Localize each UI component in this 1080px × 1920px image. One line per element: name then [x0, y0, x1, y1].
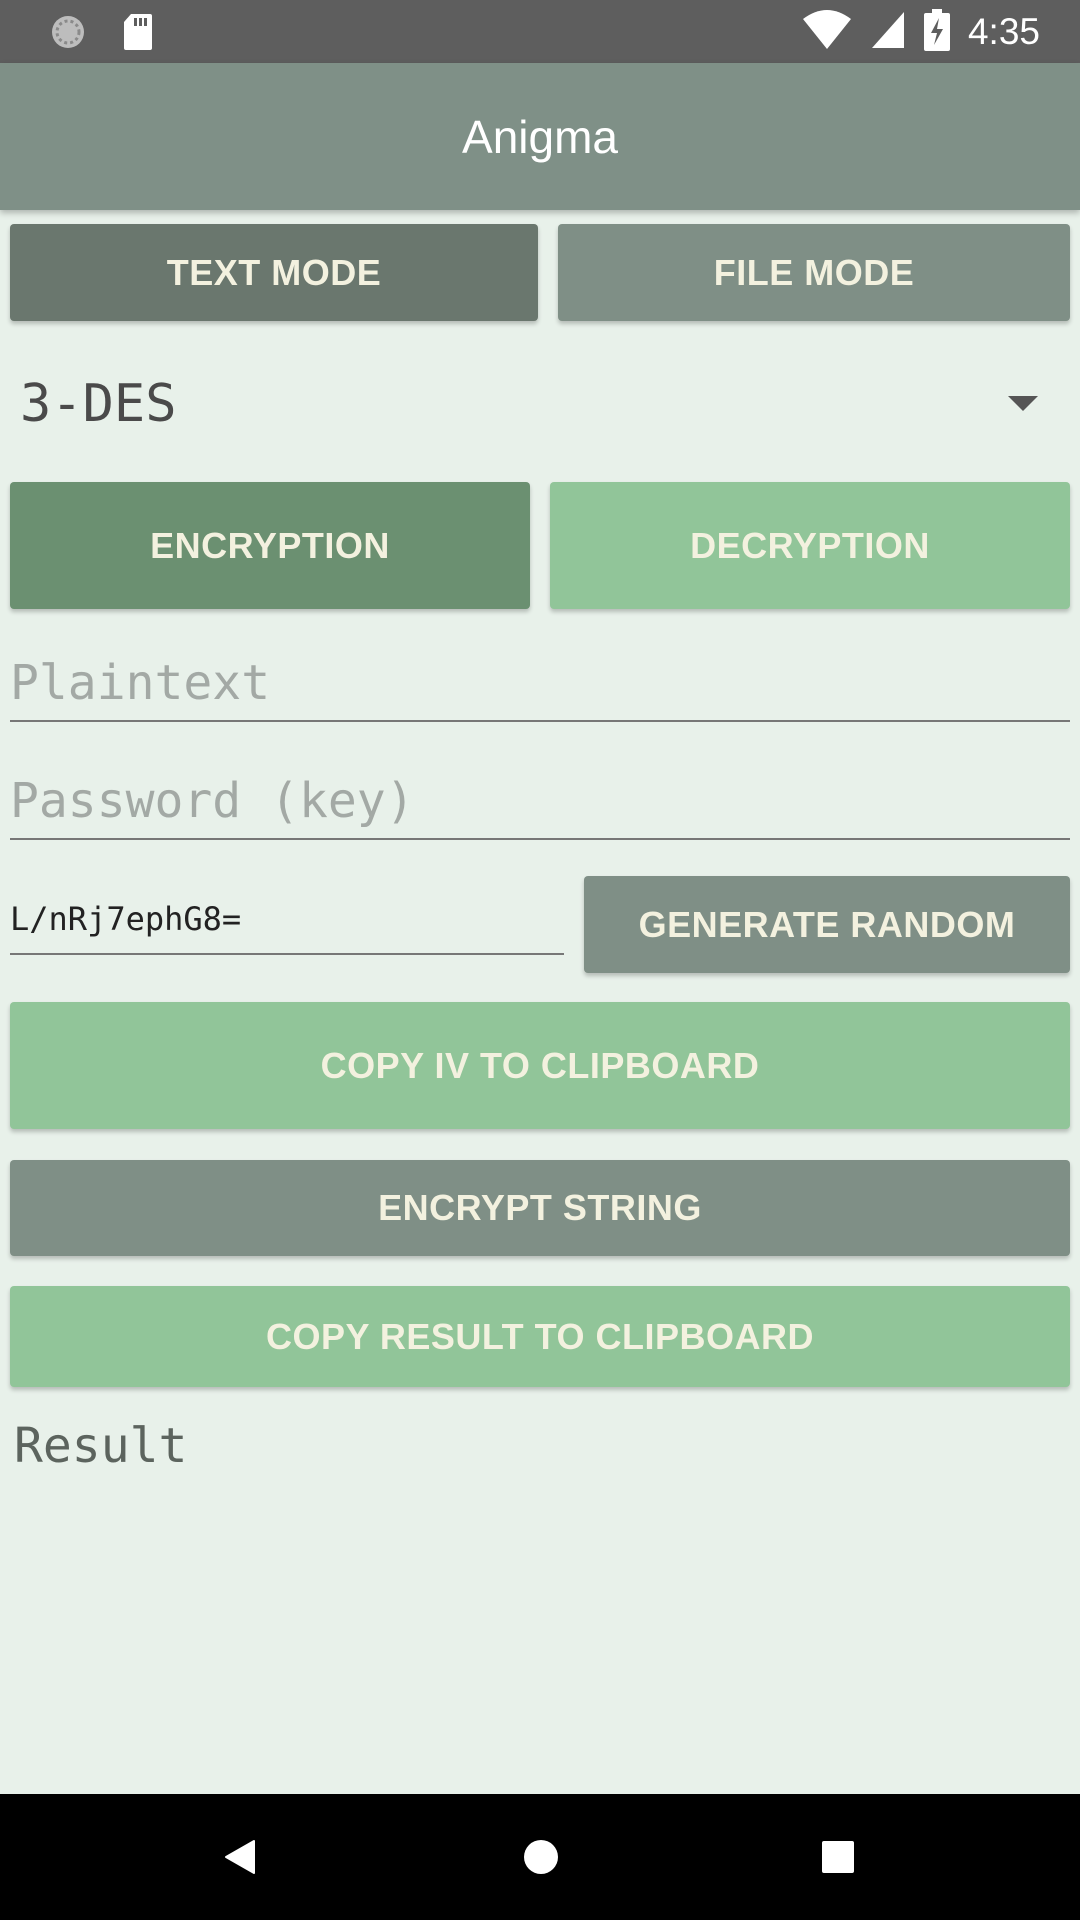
navigation-bar [0, 1794, 1080, 1920]
app-bar: Anigma [0, 63, 1080, 210]
sd-card-icon [122, 12, 154, 57]
recents-icon[interactable] [820, 1839, 856, 1880]
sync-icon [48, 12, 88, 57]
signal-icon [870, 10, 906, 55]
copy-iv-button[interactable]: COPY IV TO CLIPBOARD [10, 1002, 1070, 1129]
algorithm-selected: 3-DES [20, 374, 177, 434]
generate-random-button[interactable]: GENERATE RANDOM [584, 876, 1070, 973]
algorithm-spinner[interactable]: 3-DES [10, 360, 1070, 450]
status-bar: 4:35 [0, 0, 1080, 63]
status-time: 4:35 [967, 11, 1040, 52]
app-title: Anigma [462, 110, 618, 163]
status-right-icons: 4:35 [802, 8, 1040, 56]
encryption-button[interactable]: ENCRYPTION [10, 482, 530, 609]
battery-charging-icon [923, 8, 950, 56]
wifi-icon [802, 9, 852, 56]
file-mode-button[interactable]: FILE MODE [558, 224, 1070, 321]
result-text: Result [14, 1418, 188, 1474]
home-icon[interactable] [521, 1837, 561, 1882]
iv-input[interactable] [10, 885, 564, 955]
back-icon[interactable] [222, 1837, 258, 1882]
decryption-button[interactable]: DECRYPTION [550, 482, 1070, 609]
plaintext-input[interactable] [10, 645, 1070, 722]
encrypt-string-button[interactable]: ENCRYPT STRING [10, 1160, 1070, 1256]
dropdown-arrow-icon [1008, 396, 1038, 411]
copy-result-button[interactable]: COPY RESULT TO CLIPBOARD [10, 1286, 1070, 1387]
password-input[interactable] [10, 763, 1070, 840]
status-left-icons [48, 12, 154, 57]
text-mode-button[interactable]: TEXT MODE [10, 224, 538, 321]
